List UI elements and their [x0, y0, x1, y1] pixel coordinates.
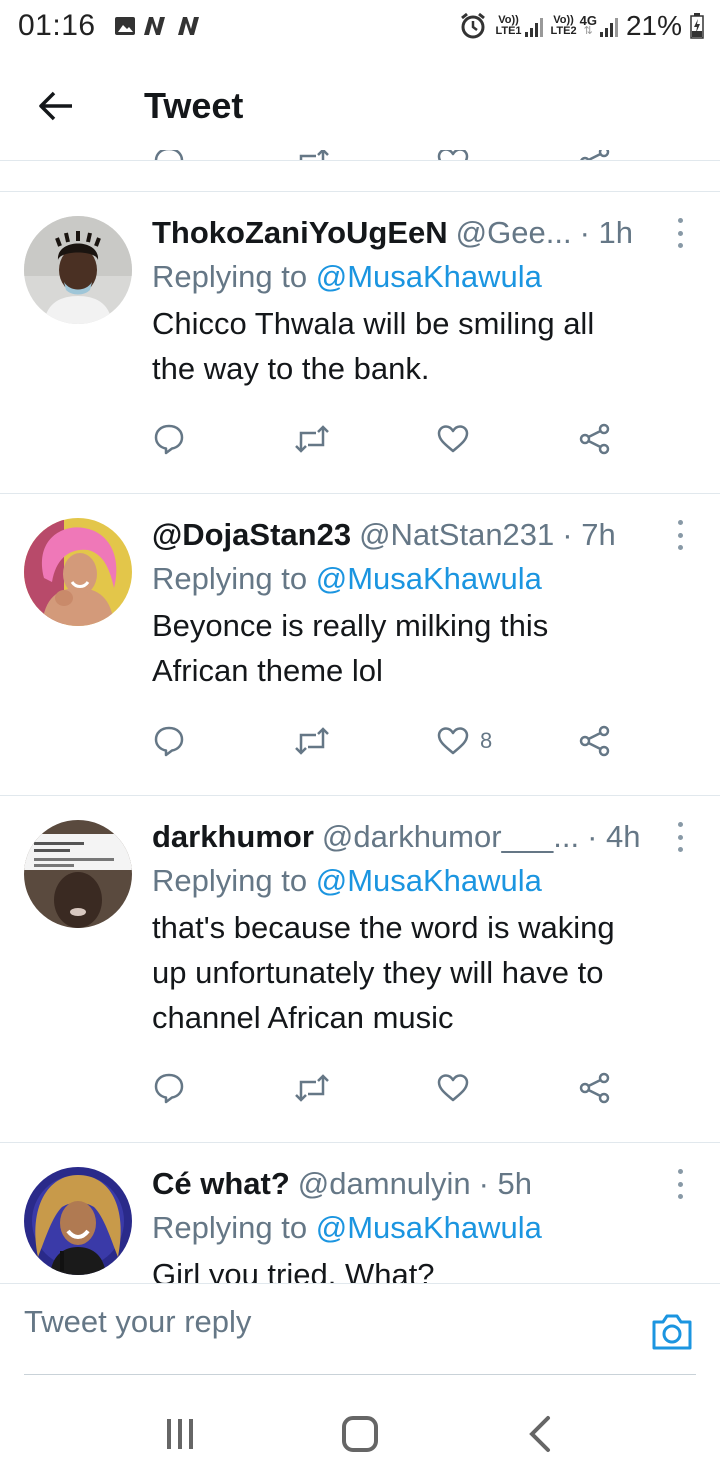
tweet-actions [152, 405, 632, 473]
reply-input[interactable] [24, 1304, 584, 1340]
heart-icon [437, 727, 469, 755]
alarm-icon [461, 12, 486, 39]
tweet-author-name[interactable]: @DojaStan23 [152, 514, 351, 556]
tweet-text: Girl you tried. What? [152, 1257, 435, 1283]
retweet-button[interactable] [294, 726, 436, 756]
page-title: Tweet [144, 85, 244, 126]
tweet-timestamp: · 1h [579, 215, 633, 250]
like-button[interactable] [436, 1073, 578, 1103]
back-nav-button[interactable] [510, 1404, 570, 1464]
n-icon [177, 17, 199, 35]
status-bar: 01:16 Vo)) LTE1 Vo)) LTE2 4G ⇅ 21% [0, 0, 720, 52]
share-icon [579, 1072, 610, 1104]
more-options-button[interactable] [670, 822, 690, 852]
battery-charging-icon [690, 13, 704, 39]
replying-to: Replying to @MusaKhawula [152, 259, 542, 294]
tweet-author-name[interactable]: ThokoZaniYoUgEeN [152, 212, 448, 254]
heart-icon [437, 425, 469, 453]
tweet-author-name[interactable]: darkhumor [152, 816, 314, 858]
tweet-text: Chicco Thwala will be smiling all the wa… [152, 306, 595, 386]
mention-link[interactable]: @MusaKhawula [316, 1210, 542, 1245]
like-button[interactable]: 8 [436, 726, 578, 756]
share-button[interactable] [578, 1072, 612, 1104]
tweet-timestamp: · 4h [587, 819, 641, 854]
avatar[interactable] [24, 1167, 132, 1275]
avatar[interactable] [24, 820, 132, 928]
mention-link[interactable]: @MusaKhawula [316, 259, 542, 294]
tweet-card[interactable]: darkhumor @darkhumor___... · 4h Replying… [0, 795, 720, 1142]
tweet-actions: 8 [152, 707, 632, 775]
tweet-author-handle[interactable]: @NatStan231 [359, 514, 554, 556]
reply-button[interactable] [152, 422, 294, 456]
more-options-button[interactable] [670, 218, 690, 248]
replying-to: Replying to @MusaKhawula [152, 863, 542, 898]
n-icon [143, 17, 165, 35]
retweet-icon [295, 425, 329, 453]
more-options-button[interactable] [670, 520, 690, 550]
tweet-author-handle[interactable]: @damnulyin [298, 1163, 471, 1205]
system-nav-bar [0, 1388, 720, 1480]
retweet-icon [295, 727, 329, 755]
avatar[interactable] [24, 216, 132, 324]
tweet-author-name[interactable]: Cé what? [152, 1163, 290, 1205]
divider [0, 160, 720, 161]
tweet-author-handle[interactable]: @Gee... [456, 212, 572, 254]
share-icon [579, 725, 610, 757]
status-time: 01:16 [18, 9, 96, 42]
tweet-card[interactable]: @DojaStan23 @NatStan231 · 7h Replying to… [0, 493, 720, 795]
image-icon [114, 17, 135, 35]
mention-link[interactable]: @MusaKhawula [316, 863, 542, 898]
tweet-author-handle[interactable]: @darkhumor___... [322, 816, 579, 858]
camera-button[interactable] [650, 1312, 694, 1352]
camera-icon [652, 1314, 692, 1350]
reply-button[interactable] [152, 1071, 294, 1105]
battery-percent: 21% [625, 10, 682, 41]
tweet-card[interactable]: Cé what? @damnulyin · 5h Replying to @Mu… [0, 1142, 720, 1283]
tweet-timestamp: · 7h [562, 517, 616, 552]
more-options-button[interactable] [670, 1169, 690, 1199]
reply-icon [154, 1073, 184, 1104]
tweet-actions [152, 1054, 632, 1122]
tweet-timestamp: · 5h [478, 1166, 532, 1201]
reply-icon [154, 424, 184, 455]
share-button[interactable] [578, 423, 612, 455]
like-count: 8 [480, 728, 493, 753]
replying-to: Replying to @MusaKhawula [152, 1210, 542, 1245]
replies-feed[interactable]: ThokoZaniYoUgEeN @Gee... · 1h Replying t… [0, 191, 720, 1283]
reply-icon [154, 726, 184, 757]
recent-apps-icon [167, 1419, 193, 1449]
top-app-bar: Tweet [0, 52, 720, 160]
heart-icon [437, 1074, 469, 1102]
tweet-card[interactable]: ThokoZaniYoUgEeN @Gee... · 1h Replying t… [0, 191, 720, 493]
share-button[interactable] [578, 725, 612, 757]
previous-tweet-actions [0, 150, 720, 160]
recent-apps-button[interactable] [150, 1404, 210, 1464]
mention-link[interactable]: @MusaKhawula [316, 561, 542, 596]
arrow-left-icon [39, 91, 72, 121]
home-button[interactable] [330, 1404, 390, 1464]
home-icon [342, 1416, 378, 1452]
replying-to: Replying to @MusaKhawula [152, 561, 542, 596]
signal-icon [524, 17, 543, 37]
tweet-text: that's because the word is waking up unf… [152, 910, 615, 1035]
reply-button[interactable] [152, 724, 294, 758]
divider [24, 1374, 696, 1375]
avatar[interactable] [24, 518, 132, 626]
retweet-icon [295, 1074, 329, 1102]
signal-icon [599, 17, 618, 37]
back-icon [529, 1416, 550, 1452]
tweet-text: Beyonce is really milking this African t… [152, 608, 549, 688]
like-button[interactable] [436, 424, 578, 454]
sim1-indicator: Vo)) LTE1 [495, 15, 543, 37]
retweet-button[interactable] [294, 1073, 436, 1103]
reply-composer [0, 1283, 720, 1375]
retweet-button[interactable] [294, 424, 436, 454]
back-button[interactable] [20, 70, 92, 142]
share-icon [579, 423, 610, 455]
sim2-indicator: Vo)) LTE2 4G ⇅ [551, 14, 618, 37]
